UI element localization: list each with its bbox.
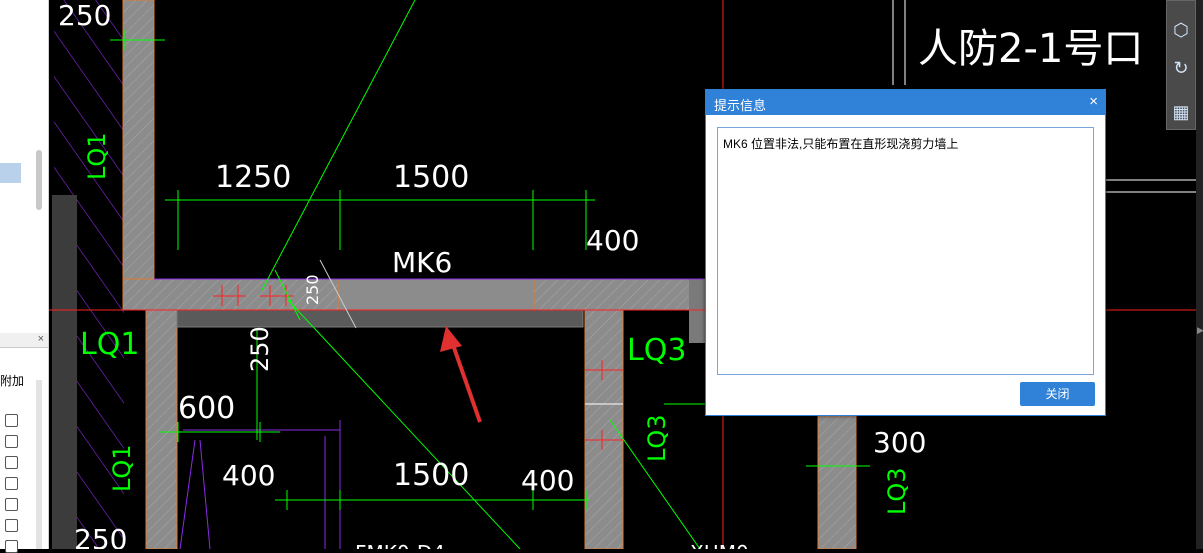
dim-400-mid: 400	[521, 464, 574, 497]
rotate-icon[interactable]: ↻	[1169, 57, 1193, 79]
column-header-attach: 附加	[0, 374, 25, 388]
dialog-message-box[interactable]: MK6 位置非法,只能布置在直形现浇剪力墙上	[717, 127, 1094, 375]
subpanel-close-icon[interactable]: ×	[38, 333, 44, 345]
handwritten-label: 人防2-1号口	[918, 26, 1143, 72]
label-mk6: MK6	[392, 246, 452, 279]
attach-checkbox[interactable]	[5, 456, 18, 469]
dim-250-bottom: 250	[74, 523, 127, 549]
dim-250-wall: 250	[303, 274, 322, 305]
label-lq1-top: LQ1	[83, 132, 111, 180]
label-lq3-mid: LQ3	[643, 414, 671, 462]
attach-checkbox[interactable]	[5, 519, 18, 532]
dialog-close-button[interactable]: 关闭	[1020, 382, 1095, 406]
info-dialog: 提示信息 × MK6 位置非法,只能布置在直形现浇剪力墙上 关闭	[705, 89, 1106, 416]
cube-view-icon[interactable]: ⬡	[1169, 19, 1193, 41]
attach-checkbox[interactable]	[5, 477, 18, 490]
red-annotation-arrow	[440, 326, 482, 423]
label-lq1-mid: LQ1	[80, 327, 139, 362]
dim-1250: 1250	[215, 160, 291, 195]
dark-grey-region	[52, 195, 77, 549]
dim-1500-mid: 1500	[393, 458, 469, 493]
dialog-message: MK6 位置非法,只能布置在直形现浇剪力墙上	[723, 137, 959, 151]
dim-300: 300	[873, 426, 926, 459]
grid-properties-icon[interactable]: ▦	[1169, 101, 1193, 123]
dim-400-left: 400	[222, 459, 275, 492]
dim-250-vert: 250	[246, 326, 274, 372]
dialog-titlebar[interactable]: 提示信息 ×	[706, 90, 1105, 115]
attach-checkbox[interactable]	[5, 435, 18, 448]
right-edge-scrollbar[interactable]	[1196, 0, 1203, 549]
dialog-title: 提示信息	[714, 98, 767, 113]
subpanel-header: ×	[0, 333, 48, 348]
attach-checkbox[interactable]	[5, 498, 18, 511]
view-toolbar: ⬡ ↻ ▦	[1166, 0, 1196, 130]
attach-checkbox[interactable]	[5, 414, 18, 427]
label-xhm: XHM0	[690, 541, 749, 549]
dim-600: 600	[178, 391, 235, 426]
label-lq1-bottom: LQ1	[108, 444, 136, 492]
dim-250-top: 250	[58, 0, 111, 32]
attach-checkbox[interactable]	[5, 540, 18, 553]
selected-row-highlight[interactable]	[0, 163, 21, 183]
subpanel-scrollbar[interactable]	[36, 380, 42, 549]
label-lq3-bottom: LQ3	[883, 467, 911, 515]
expand-arrow-icon[interactable]: ▶	[1197, 325, 1203, 336]
dim-400-right: 400	[586, 224, 639, 257]
dim-1500-top: 1500	[393, 160, 469, 195]
label-fmk: FMK0-D4	[355, 541, 445, 549]
label-lq3-top: LQ3	[627, 333, 686, 368]
dialog-close-icon[interactable]: ×	[1089, 93, 1098, 110]
panel-scrollbar[interactable]	[36, 150, 42, 210]
